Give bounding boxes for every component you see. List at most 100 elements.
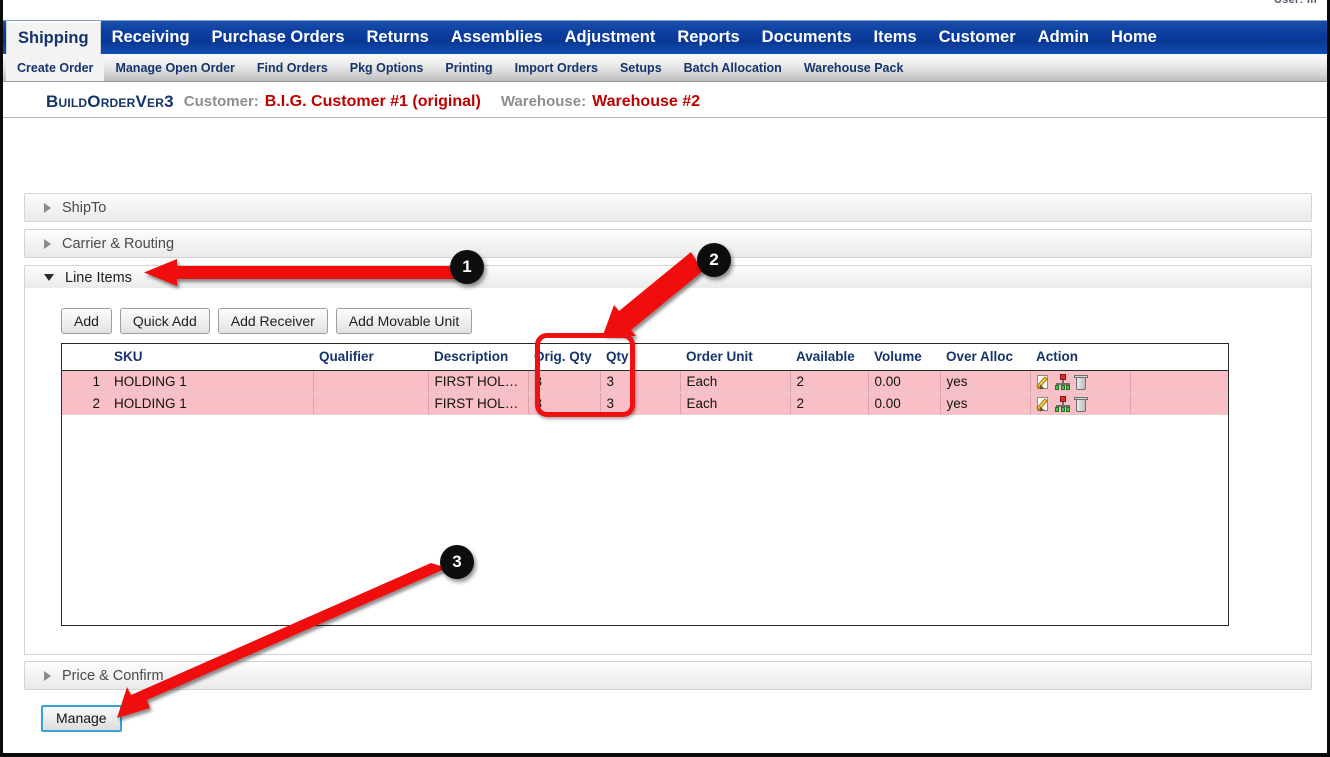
cell-sku: HOLDING 1: [108, 392, 314, 415]
cell-available: 2: [790, 370, 869, 393]
cell-sku: HOLDING 1: [108, 370, 314, 393]
nav-item-admin[interactable]: Admin: [1027, 21, 1100, 54]
cell-idx: 2: [62, 392, 108, 415]
cell-qualifier: [313, 392, 429, 415]
table-row[interactable]: 1HOLDING 1FIRST HOLING...33Each20.00yes: [62, 370, 1228, 393]
tree-icon[interactable]: [1054, 395, 1071, 412]
button-add-receiver[interactable]: Add Receiver: [217, 308, 328, 334]
user-strip: User: m: [3, 0, 1327, 20]
nav-item-reports[interactable]: Reports: [666, 21, 750, 54]
page-frame: User: m Shipping Receiving Purchase Orders…: [0, 0, 1330, 757]
nav-item-receiving[interactable]: Receiving: [101, 21, 201, 54]
button-quick-add[interactable]: Quick Add: [119, 308, 210, 334]
cell-qualifier: [313, 370, 429, 393]
cell-orig-qty: 3: [528, 370, 601, 393]
subnav-item-create-order[interactable]: Create Order: [6, 54, 105, 81]
button-add[interactable]: Add: [61, 308, 112, 334]
warehouse-label: Warehouse:: [500, 93, 587, 110]
subnav-item-import-orders[interactable]: Import Orders: [504, 54, 609, 81]
col-volume: Volume: [868, 344, 940, 371]
nav-item-home[interactable]: Home: [1100, 21, 1168, 54]
col-available: Available: [790, 344, 868, 371]
section-line-items-label: Line Items: [65, 269, 132, 286]
subnav-item-warehouse-pack[interactable]: Warehouse Pack: [793, 54, 915, 81]
col-sku: SKU: [108, 344, 313, 371]
action-icon-group: [1035, 395, 1124, 413]
cell-description: FIRST HOLING...: [428, 370, 529, 393]
cell-available: 2: [790, 392, 869, 415]
nav-item-assemblies[interactable]: Assemblies: [440, 21, 554, 54]
line-items-table-container[interactable]: SKU Qualifier Description Orig. Qty Qty …: [61, 343, 1229, 626]
nav-item-documents[interactable]: Documents: [751, 21, 863, 54]
col-qty: Qty: [600, 344, 680, 371]
nav-item-customer[interactable]: Customer: [928, 21, 1027, 54]
customer-label: Customer:: [183, 93, 259, 110]
subnav-item-printing[interactable]: Printing: [434, 54, 503, 81]
button-add-movable-unit[interactable]: Add Movable Unit: [335, 308, 473, 334]
sub-navigation: Create Order Manage Open Order Find Orders…: [3, 54, 1327, 82]
cell-qty: 3: [600, 370, 681, 393]
cell-spacer: [1130, 392, 1228, 415]
col-over-alloc: Over Alloc: [940, 344, 1030, 371]
cell-qty: 3: [600, 392, 681, 415]
col-order-unit: Order Unit: [680, 344, 790, 371]
cell-volume: 0.00: [868, 370, 941, 393]
trash-icon[interactable]: [1073, 396, 1089, 412]
order-fields-row: Ref# Trans#: [3, 140, 1327, 316]
section-line-items[interactable]: Line Items: [24, 265, 1312, 290]
section-price-confirm-label: Price & Confirm: [62, 667, 164, 684]
subnav-item-setups[interactable]: Setups: [609, 54, 673, 81]
cell-order-unit: Each: [680, 370, 791, 393]
section-shipto[interactable]: ShipTo: [24, 193, 1312, 222]
chevron-right-icon: [44, 238, 51, 249]
cell-over-alloc: yes: [940, 370, 1031, 393]
warehouse-value: Warehouse #2: [592, 92, 700, 110]
edit-icon[interactable]: [1035, 374, 1053, 391]
nav-item-adjustment[interactable]: Adjustment: [554, 21, 667, 54]
col-action: Action: [1030, 344, 1130, 371]
col-index: [62, 344, 108, 371]
cell-orig-qty: 3: [528, 392, 601, 415]
chevron-right-icon: [44, 670, 51, 681]
col-qualifier: Qualifier: [313, 344, 428, 371]
col-description: Description: [428, 344, 528, 371]
cell-volume: 0.00: [868, 392, 941, 415]
nav-item-shipping[interactable]: Shipping: [6, 21, 101, 54]
nav-item-items[interactable]: Items: [863, 21, 928, 54]
table-header-row: SKU Qualifier Description Orig. Qty Qty …: [62, 344, 1228, 371]
line-items-table: SKU Qualifier Description Orig. Qty Qty …: [62, 344, 1228, 415]
cell-order-unit: Each: [680, 392, 791, 415]
page-title-bar: BuildOrderVer3 Customer: B.I.G. Customer…: [3, 86, 1327, 118]
subnav-item-manage-open-order[interactable]: Manage Open Order: [104, 54, 245, 81]
section-price-confirm[interactable]: Price & Confirm: [24, 661, 1312, 690]
col-spacer: [1130, 344, 1228, 371]
cell-spacer: [1130, 370, 1228, 393]
nav-item-returns[interactable]: Returns: [356, 21, 440, 54]
chevron-down-icon: [44, 274, 54, 281]
section-shipto-label: ShipTo: [62, 199, 107, 216]
section-carrier-routing[interactable]: Carrier & Routing: [24, 229, 1312, 258]
user-label: User: m: [1273, 0, 1317, 6]
main-navigation: Shipping Receiving Purchase Orders Returns A…: [3, 20, 1327, 54]
chevron-right-icon: [44, 202, 51, 213]
tree-icon[interactable]: [1054, 373, 1071, 390]
subnav-item-find-orders[interactable]: Find Orders: [246, 54, 339, 81]
trash-icon[interactable]: [1073, 374, 1089, 390]
subnav-item-pkg-options[interactable]: Pkg Options: [339, 54, 435, 81]
page-title: BuildOrderVer3: [46, 91, 174, 111]
col-orig-qty: Orig. Qty: [528, 344, 600, 371]
edit-icon[interactable]: [1035, 396, 1053, 413]
table-row[interactable]: 2HOLDING 1FIRST HOLING...33Each20.00yes: [62, 392, 1228, 415]
cell-description: FIRST HOLING...: [428, 392, 529, 415]
action-icon-group: [1035, 373, 1124, 391]
cell-idx: 1: [62, 370, 108, 393]
line-items-toolbar: Add Quick Add Add Receiver Add Movable Unit: [61, 308, 473, 334]
manage-button[interactable]: Manage: [41, 705, 122, 732]
nav-item-purchase-orders[interactable]: Purchase Orders: [201, 21, 356, 54]
section-carrier-routing-label: Carrier & Routing: [62, 235, 175, 252]
cell-over-alloc: yes: [940, 392, 1031, 415]
cell-action: [1030, 392, 1131, 415]
cell-action: [1030, 370, 1131, 393]
customer-value: B.I.G. Customer #1 (original): [264, 92, 481, 110]
subnav-item-batch-allocation[interactable]: Batch Allocation: [673, 54, 793, 81]
